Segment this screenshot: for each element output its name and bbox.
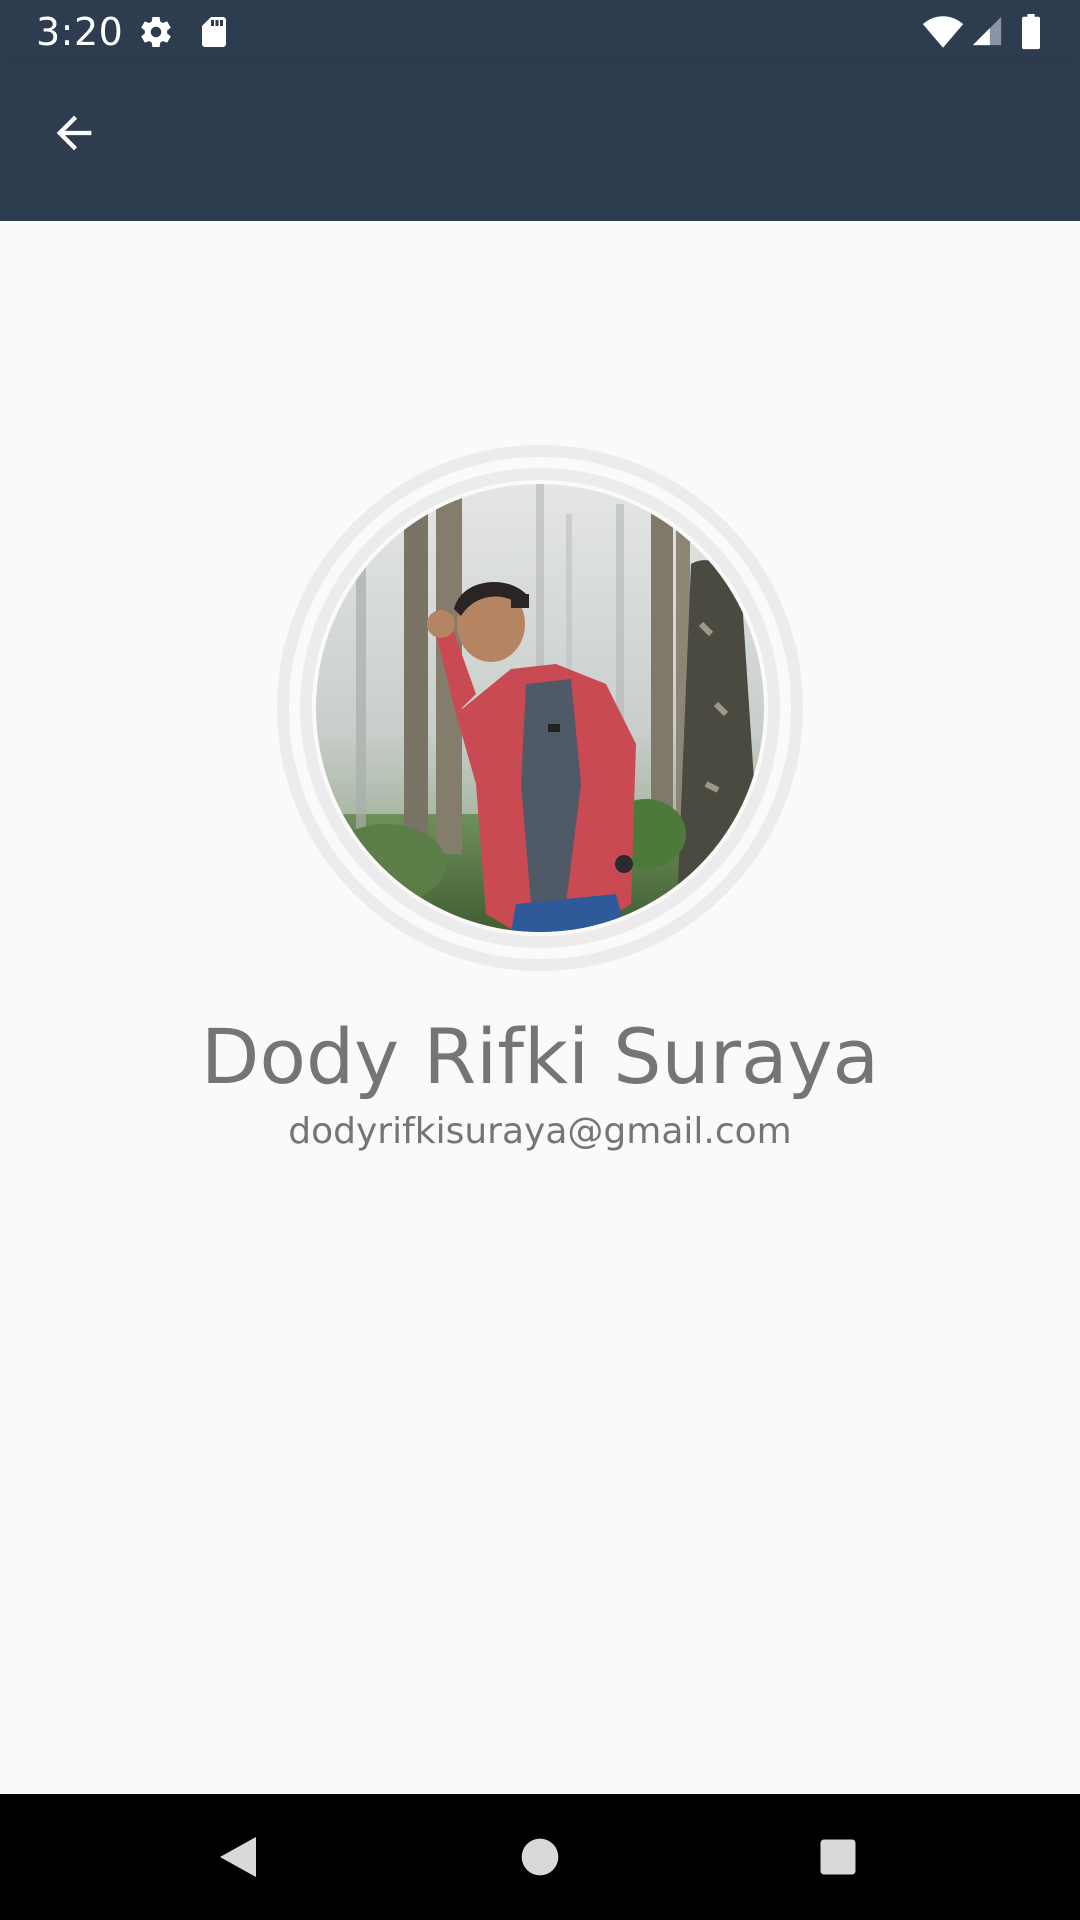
app-bar [0,63,1080,221]
gear-icon [138,14,174,50]
battery-icon [1020,14,1042,50]
cell-signal-icon [970,14,1004,50]
arrow-left-icon [56,115,92,151]
home-circle-icon [521,1838,559,1876]
profile-email: dodyrifkisuraya@gmail.com [288,1111,792,1152]
profile-photo [316,484,764,932]
nav-recents-button[interactable] [808,1827,868,1887]
status-time: 3:20 [36,10,124,54]
nav-back-button[interactable] [208,1827,268,1887]
status-bar: 3:20 [0,0,1080,63]
back-button[interactable] [34,93,114,173]
profile-name: Dody Rifki Suraya [200,1012,880,1101]
back-triangle-icon [220,1837,256,1877]
sd-card-icon [196,14,232,50]
recents-square-icon [820,1839,856,1875]
system-nav-bar [0,1794,1080,1920]
nav-home-button[interactable] [510,1827,570,1887]
wifi-icon [922,14,964,50]
